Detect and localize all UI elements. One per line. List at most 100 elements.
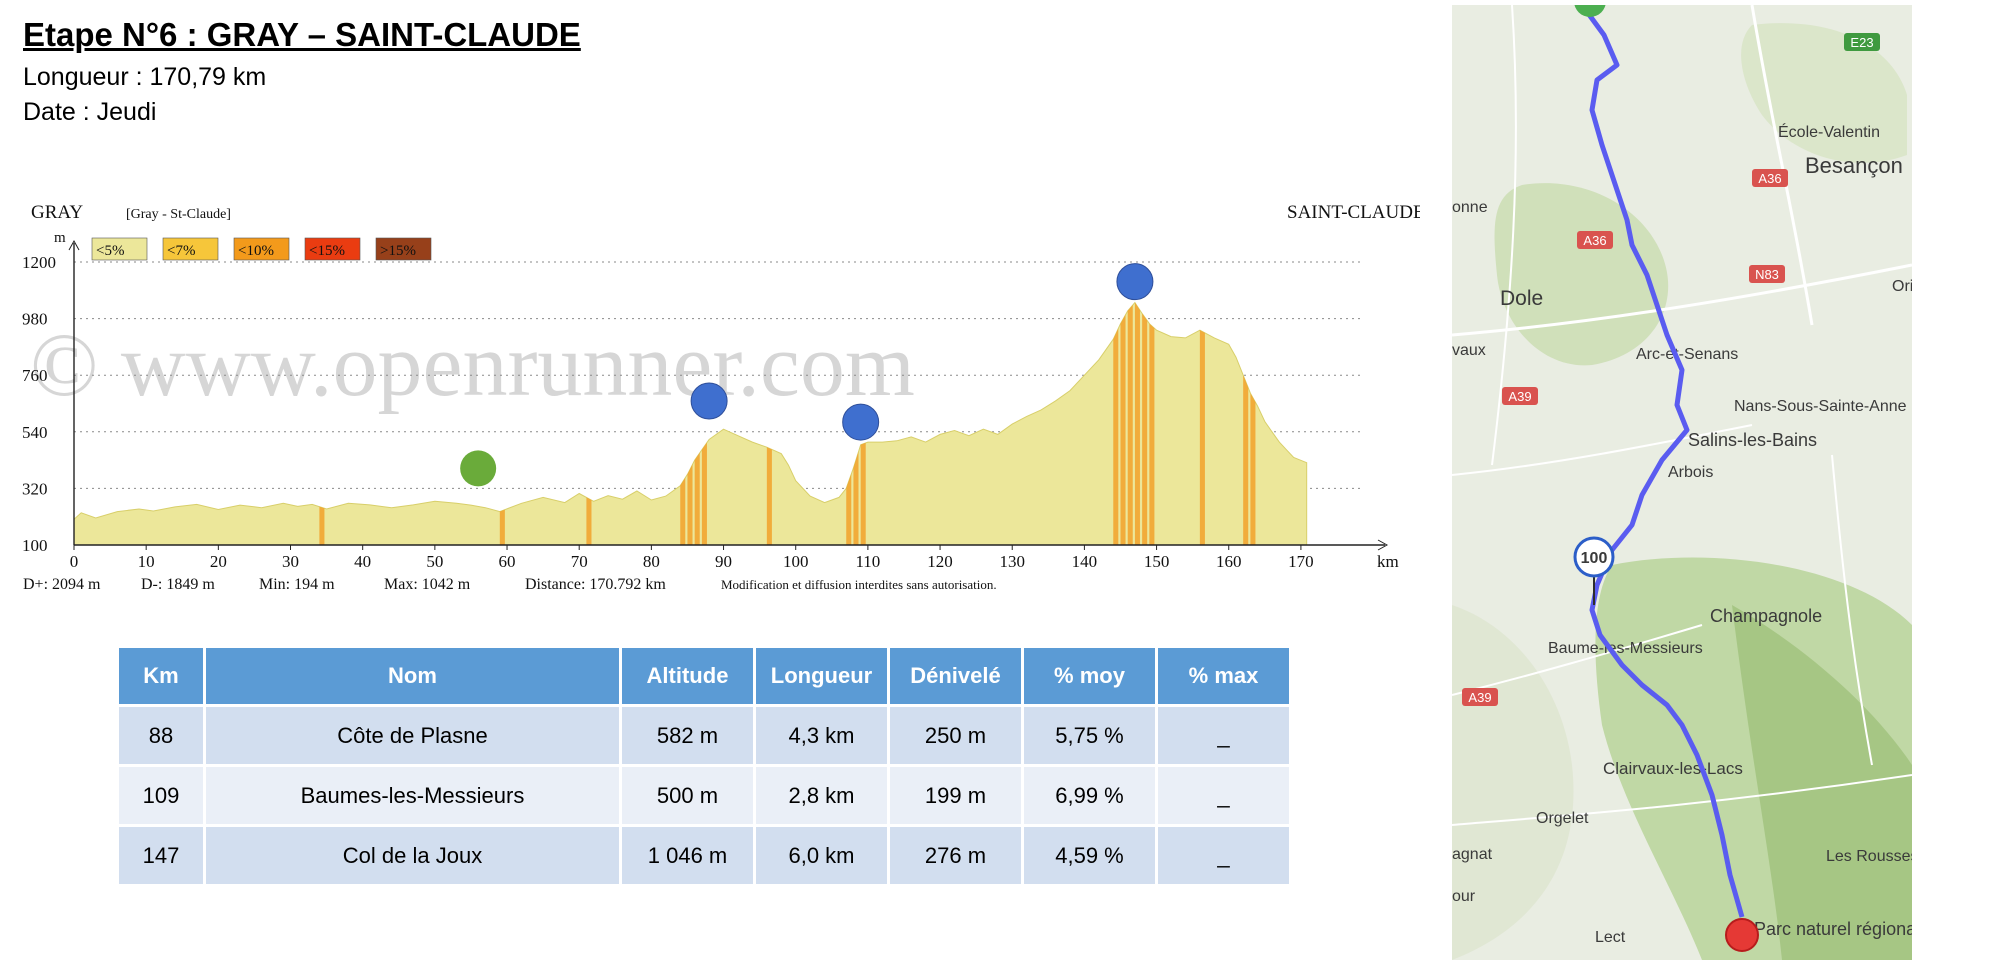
table-row: 109 Baumes-les-Messieurs 500 m 2,8 km 19…: [119, 767, 1289, 824]
col-moy: % moy: [1024, 648, 1155, 704]
y-tick-label: 100: [22, 536, 48, 555]
map-label: Lect: [1595, 929, 1626, 946]
x-tick-label: 160: [1216, 552, 1242, 571]
steep-segment: [1243, 302, 1249, 545]
cell-moy: 6,99 %: [1024, 767, 1155, 824]
steep-segment: [1199, 302, 1205, 545]
cell-altitude: 500 m: [622, 767, 753, 824]
stage-length: Longueur : 170,79 km: [23, 63, 267, 91]
start-label: GRAY: [31, 202, 83, 223]
steep-segment: [1134, 302, 1140, 545]
map-label: Arc-et-Senans: [1636, 346, 1738, 363]
route-end-marker: [1725, 918, 1759, 952]
x-tick-label: 80: [643, 552, 660, 571]
table-row: 88 Côte de Plasne 582 m 4,3 km 250 m 5,7…: [119, 707, 1289, 764]
cell-denivele: 276 m: [890, 827, 1021, 884]
table-row: 147 Col de la Joux 1 046 m 6,0 km 276 m …: [119, 827, 1289, 884]
x-tick-label: 20: [210, 552, 227, 571]
y-tick-label: 1200: [22, 253, 56, 272]
stage-title: Etape N°6 : GRAY – SAINT-CLAUDE: [23, 16, 581, 53]
map-label: our: [1452, 888, 1476, 905]
x-tick-label: 40: [354, 552, 371, 571]
map-label: Clairvaux-les-Lacs: [1603, 759, 1743, 778]
cell-nom: Baumes-les-Messieurs: [206, 767, 619, 824]
slope-legend: <5% <7% <10% <15% >15%: [91, 237, 432, 261]
x-unit-label: km: [1377, 552, 1399, 571]
col-longueur: Longueur: [756, 648, 887, 704]
cell-max: _: [1158, 767, 1289, 824]
map-label: Champagnole: [1710, 606, 1822, 626]
steep-segment: [1149, 302, 1155, 545]
map-label: Nans-Sous-Sainte-Anne: [1734, 398, 1907, 415]
y-unit-label: m: [54, 230, 66, 246]
map-label: Orgelet: [1536, 810, 1589, 827]
map-label: onne: [1452, 199, 1488, 216]
road-badge-label: A39: [1508, 389, 1531, 404]
road-badge-label: A39: [1468, 690, 1491, 705]
map-label: agnat: [1452, 846, 1493, 863]
stage-date: Date : Jeudi: [23, 98, 157, 126]
climb-marker: [1116, 263, 1154, 301]
cell-km: 147: [119, 827, 203, 884]
cell-nom: Col de la Joux: [206, 827, 619, 884]
stat-notice: Modification et diffusion interdites san…: [721, 577, 997, 592]
x-tick-label: 0: [70, 552, 79, 571]
legend-label: >15%: [380, 243, 416, 259]
cell-max: _: [1158, 707, 1289, 764]
col-nom: Nom: [206, 648, 619, 704]
x-tick-label: 60: [499, 552, 516, 571]
x-tick-label: 170: [1288, 552, 1314, 571]
route-map: École-Valentin Besançon Dole Arc-et-Senans N…: [1452, 5, 1912, 960]
cell-denivele: 199 m: [890, 767, 1021, 824]
map-label: Dole: [1500, 287, 1543, 310]
x-tick-label: 10: [138, 552, 155, 571]
legend-label: <7%: [167, 243, 195, 259]
cell-km: 109: [119, 767, 203, 824]
x-tick-label: 90: [715, 552, 732, 571]
cell-moy: 4,59 %: [1024, 827, 1155, 884]
x-tick-label: 130: [999, 552, 1025, 571]
x-tick-label: 110: [855, 552, 880, 571]
map-label: Parc naturel régional du: [1754, 919, 1912, 939]
stat-dplus: D+: 2094 m: [23, 576, 101, 593]
y-tick-label: 320: [22, 479, 48, 498]
x-tick-label: 70: [571, 552, 588, 571]
cell-nom: Côte de Plasne: [206, 707, 619, 764]
route-label: [Gray - St-Claude]: [126, 207, 231, 222]
end-label: SAINT-CLAUDE: [1287, 202, 1420, 223]
table-header-row: Km Nom Altitude Longueur Dénivelé % moy …: [119, 648, 1289, 704]
col-max: % max: [1158, 648, 1289, 704]
road-badge-label: A36: [1758, 171, 1781, 186]
road-badge-label: E23: [1850, 35, 1873, 50]
y-tick-label: 980: [22, 310, 48, 329]
stat-min: Min: 194 m: [259, 576, 335, 593]
map-label: Baume-les-Messieurs: [1548, 640, 1703, 657]
km-marker-label: 100: [1581, 550, 1608, 567]
x-tick-label: 30: [282, 552, 299, 571]
legend-label: <10%: [238, 243, 274, 259]
map-label: École-Valentin: [1778, 122, 1880, 141]
map-label: Ori: [1892, 278, 1912, 295]
cell-altitude: 582 m: [622, 707, 753, 764]
road-badge-label: N83: [1755, 267, 1779, 282]
steep-segment: [1127, 302, 1133, 545]
climb-marker: [690, 382, 728, 420]
cell-km: 88: [119, 707, 203, 764]
x-tick-label: 120: [927, 552, 953, 571]
map-label: Les Rousses: [1826, 848, 1912, 865]
map-label: Besançon: [1805, 153, 1903, 178]
stat-dminus: D-: 1849 m: [141, 576, 215, 593]
x-tick-label: 50: [426, 552, 443, 571]
cell-denivele: 250 m: [890, 707, 1021, 764]
legend-label: <15%: [309, 243, 345, 259]
watermark: © www.openrunner.com: [30, 316, 915, 415]
climbs-table: Km Nom Altitude Longueur Dénivelé % moy …: [116, 645, 1292, 887]
stat-max: Max: 1042 m: [384, 576, 471, 593]
cell-longueur: 4,3 km: [756, 707, 887, 764]
col-denivele: Dénivelé: [890, 648, 1021, 704]
map-label: Arbois: [1668, 464, 1713, 481]
climb-marker: [460, 450, 497, 487]
map-label: vaux: [1452, 342, 1486, 359]
legend-label: <5%: [96, 243, 124, 259]
elevation-profile-chart: GRAY [Gray - St-Claude] SAINT-CLAUDE m <…: [22, 202, 1420, 593]
